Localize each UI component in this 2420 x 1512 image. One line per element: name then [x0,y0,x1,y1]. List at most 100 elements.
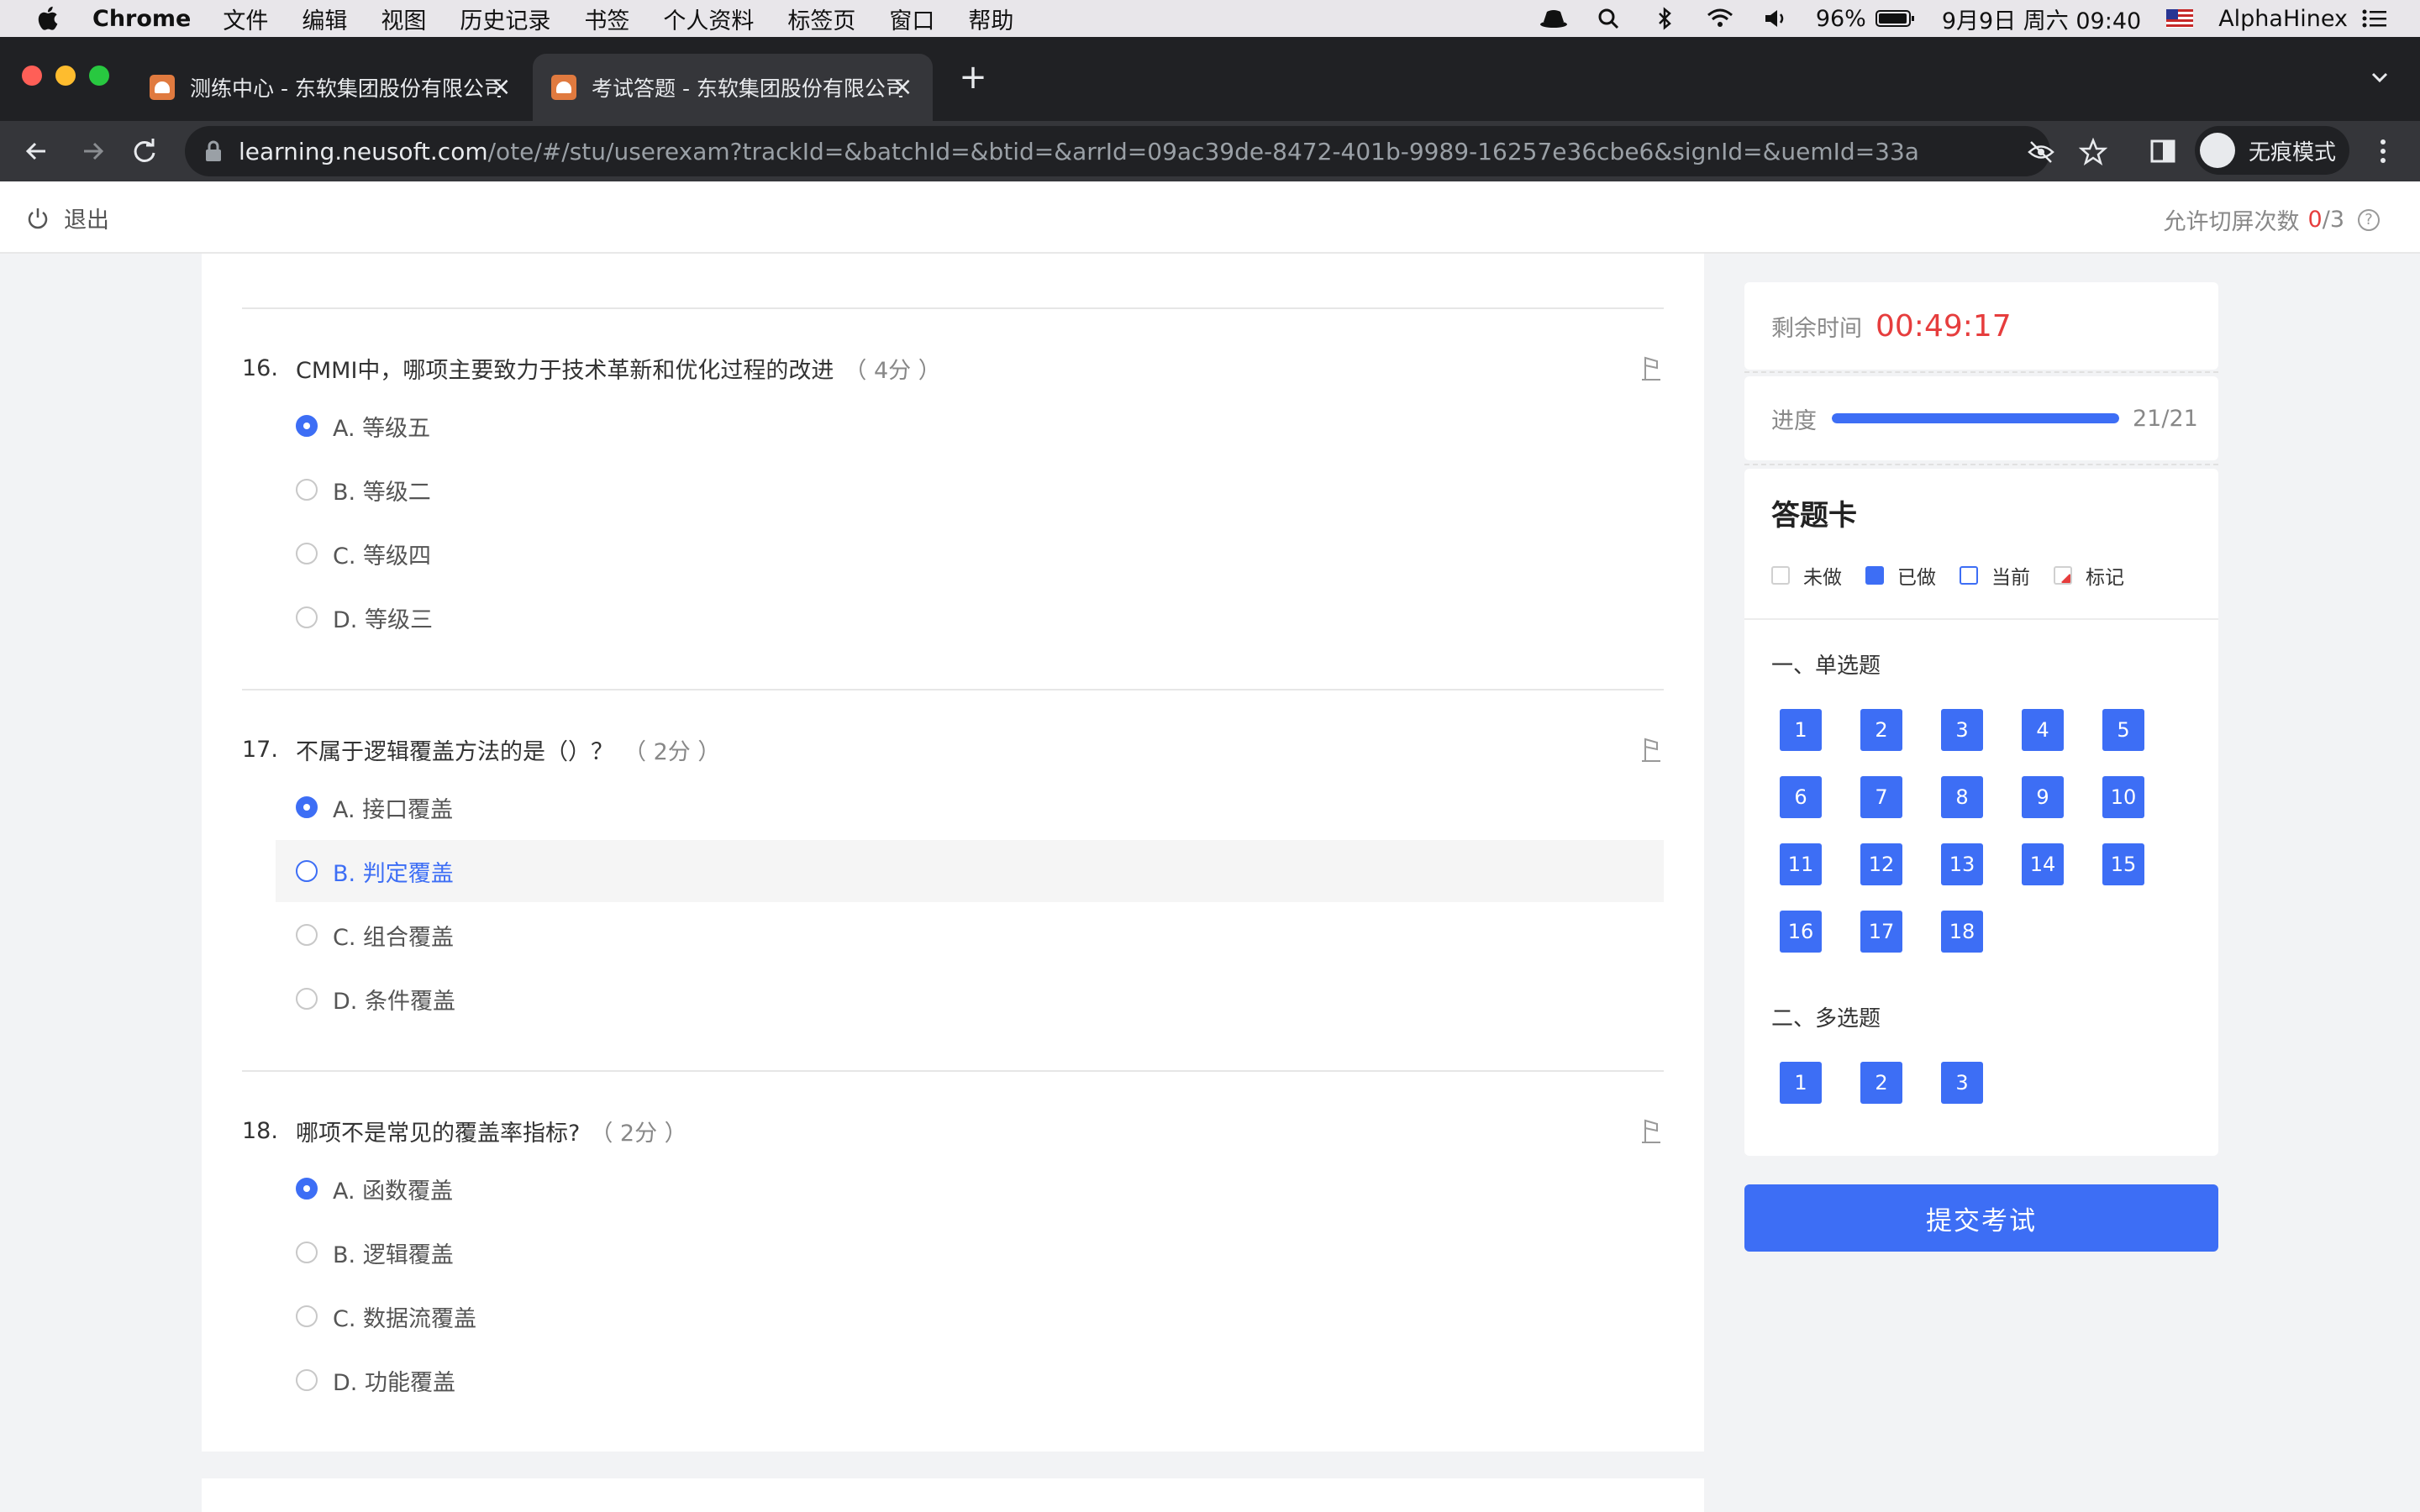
radio-icon[interactable] [296,1242,318,1263]
mark-flag-icon[interactable] [1639,1117,1664,1146]
menu-edit[interactable]: 编辑 [302,3,347,35]
bookmark-star-icon[interactable] [2079,138,2107,166]
radio-icon[interactable] [296,1369,318,1391]
tab-close-icon[interactable]: × [487,74,514,101]
option-b[interactable]: B. 等级二 [276,459,1664,521]
option-label: C. 组合覆盖 [333,924,455,951]
control-center-icon[interactable] [2360,7,2390,30]
option-d[interactable]: D. 功能覆盖 [276,1349,1664,1411]
kebab-menu-icon[interactable] [2365,133,2402,170]
logout-button[interactable]: 退出 [27,202,109,234]
answer-cell-2-3[interactable]: 3 [1941,1062,1983,1104]
switch-total-count: /3 [2322,207,2344,233]
address-bar[interactable]: learning.neusoft.com/ote/#/stu/userexam?… [185,126,2107,176]
radio-icon[interactable] [296,606,318,628]
answer-cell-1-4[interactable]: 4 [2022,709,2064,751]
option-label: D. 等级三 [333,606,433,633]
radio-icon[interactable] [296,988,318,1010]
menu-app-name[interactable]: Chrome [92,6,191,32]
answer-cell-1-6[interactable]: 6 [1780,776,1822,818]
answer-cell-1-8[interactable]: 8 [1941,776,1983,818]
menu-datetime[interactable]: 9月9日 周六 09:40 [1942,3,2141,35]
option-d[interactable]: D. 等级三 [276,586,1664,648]
window-close-button[interactable] [22,66,42,86]
option-a[interactable]: A. 等级五 [276,395,1664,457]
incognito-status-icon[interactable] [1539,7,1569,30]
incognito-profile-button[interactable]: 无痕模式 [2195,126,2349,175]
option-c[interactable]: C. 组合覆盖 [276,904,1664,966]
answer-cell-1-15[interactable]: 15 [2102,843,2144,885]
answer-cell-1-10[interactable]: 10 [2102,776,2144,818]
switch-label: 允许切屏次数 [2163,209,2300,235]
answer-cell-1-14[interactable]: 14 [2022,843,2064,885]
answer-cell-1-1[interactable]: 1 [1780,709,1822,751]
macos-menu-bar: Chrome 文件 编辑 视图 历史记录 书签 个人资料 标签页 窗口 帮助 9… [0,0,2420,37]
bluetooth-icon[interactable] [1649,7,1680,30]
radio-icon[interactable] [296,543,318,564]
answer-cell-1-9[interactable]: 9 [2022,776,2064,818]
us-flag-icon[interactable] [2166,9,2194,28]
option-b[interactable]: B. 逻辑覆盖 [276,1221,1664,1284]
option-a[interactable]: A. 函数覆盖 [276,1158,1664,1220]
tab-search-chevron-icon[interactable] [2365,62,2395,92]
answer-cell-1-17[interactable]: 17 [1860,911,1902,953]
spotlight-search-icon[interactable] [1594,7,1624,30]
radio-checked-icon[interactable] [296,415,318,437]
tab-close-icon[interactable]: × [889,74,916,101]
volume-icon[interactable] [1760,7,1791,30]
answer-cell-2-1[interactable]: 1 [1780,1062,1822,1104]
option-c[interactable]: C. 数据流覆盖 [276,1285,1664,1347]
answer-cell-2-2[interactable]: 2 [1860,1062,1902,1104]
tab-exam[interactable]: 考试答题 - 东软集团股份有限公司 × [533,54,933,121]
answer-cell-1-3[interactable]: 3 [1941,709,1983,751]
radio-icon[interactable] [296,1305,318,1327]
answer-cell-1-7[interactable]: 7 [1860,776,1902,818]
answer-cell-1-5[interactable]: 5 [2102,709,2144,751]
option-a[interactable]: A. 接口覆盖 [276,776,1664,838]
answer-cell-1-16[interactable]: 16 [1780,911,1822,953]
menu-history[interactable]: 历史记录 [460,3,550,35]
new-tab-plus-icon[interactable]: + [956,60,990,94]
answer-cell-1-13[interactable]: 13 [1941,843,1983,885]
window-minimize-button[interactable] [55,66,76,86]
option-b[interactable]: B. 判定覆盖 [276,840,1664,902]
answer-cell-1-11[interactable]: 11 [1780,843,1822,885]
answer-cell-1-12[interactable]: 12 [1860,843,1902,885]
battery-icon[interactable] [1875,7,1917,30]
menu-tabs[interactable]: 标签页 [787,3,855,35]
tracking-protection-eye-icon[interactable] [2027,138,2055,166]
back-arrow-icon[interactable] [18,133,55,170]
answer-cell-1-2[interactable]: 2 [1860,709,1902,751]
side-panel-icon[interactable] [2144,133,2181,170]
window-zoom-button[interactable] [89,66,109,86]
lock-icon[interactable] [203,139,224,164]
forward-arrow-icon[interactable] [74,133,111,170]
option-d[interactable]: D. 条件覆盖 [276,968,1664,1030]
radio-checked-icon[interactable] [296,1178,318,1200]
help-icon[interactable]: ? [2358,208,2380,231]
url-text[interactable]: learning.neusoft.com/ote/#/stu/userexam?… [239,138,1919,165]
option-label: C. 数据流覆盖 [333,1305,477,1332]
apple-icon[interactable] [34,3,64,34]
radio-checked-icon[interactable] [296,796,318,818]
reload-icon[interactable] [126,133,163,170]
wifi-icon[interactable] [1705,7,1735,30]
submit-exam-button[interactable]: 提交考试 [1744,1184,2218,1252]
option-label: A. 函数覆盖 [333,1178,454,1205]
menu-help[interactable]: 帮助 [968,3,1013,35]
tab-practice-center[interactable]: 测练中心 - 东软集团股份有限公司 × [131,54,531,121]
mark-flag-icon[interactable] [1639,354,1664,383]
menu-profile[interactable]: 个人资料 [663,3,754,35]
radio-icon[interactable] [296,860,318,882]
menu-view[interactable]: 视图 [381,3,426,35]
radio-icon[interactable] [296,479,318,501]
option-c[interactable]: C. 等级四 [276,522,1664,585]
menu-window[interactable]: 窗口 [889,3,934,35]
radio-icon[interactable] [296,924,318,946]
menu-username[interactable]: AlphaHinex [2218,6,2348,32]
answer-cell-1-18[interactable]: 18 [1941,911,1983,953]
question-list-panel: 16. CMMI中，哪项主要致力于技术革新和优化过程的改进 （ 4分 ） A. … [202,254,1704,1452]
mark-flag-icon[interactable] [1639,736,1664,764]
menu-bookmarks[interactable]: 书签 [584,3,629,35]
menu-file[interactable]: 文件 [223,3,268,35]
